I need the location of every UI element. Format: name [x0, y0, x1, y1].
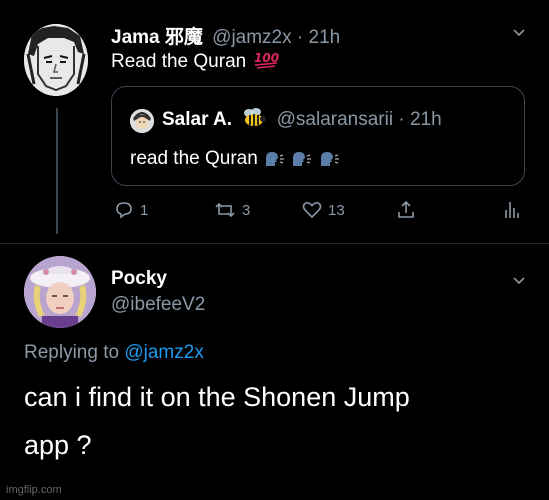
retweet-count: 3 [242, 201, 251, 219]
bee-emoji-icon [241, 107, 267, 133]
tweet-divider [0, 243, 549, 244]
retweet-button[interactable]: 3 [214, 200, 250, 220]
reply-handle[interactable]: @ibefeeV2 [111, 294, 205, 316]
reply-avatar[interactable] [24, 256, 96, 328]
analytics-button[interactable] [504, 200, 520, 220]
reply-author-name[interactable]: Pocky [111, 268, 167, 290]
analytics-icon [504, 200, 520, 220]
quoted-handle-time: @salaransarii · 21h [276, 109, 442, 131]
watermark: imgflip.com [6, 484, 62, 496]
quoted-avatar[interactable] [130, 109, 154, 133]
reply-icon [114, 200, 134, 220]
reply-count: 1 [140, 201, 149, 219]
quoted-tweet[interactable]: Salar A. @salaransarii · 21h read the Qu… [111, 86, 525, 186]
chevron-down-icon[interactable] [511, 272, 527, 288]
speaking-head-icon [318, 150, 340, 168]
reply-button[interactable]: 1 [114, 200, 148, 220]
like-button[interactable]: 13 [302, 200, 345, 220]
quoted-author-name: Salar A. [162, 109, 233, 131]
tweet-header: Jama 邪魔 @jamz2x · 21h [111, 22, 340, 49]
tweet-body: Read the Quran [111, 51, 247, 73]
thread-line [56, 108, 58, 234]
quoted-text: read the Quran [130, 148, 258, 169]
like-count: 13 [328, 201, 345, 219]
reply-text-line2: app ? [24, 430, 92, 460]
handle-time[interactable]: @jamz2x · 21h [212, 27, 340, 48]
replying-prefix: Replying to [24, 342, 125, 363]
reply-text-line1: can i find it on the Shonen Jump [24, 382, 410, 412]
avatar[interactable] [24, 24, 88, 96]
replying-to-link[interactable]: @jamz2x [124, 342, 203, 363]
hundred-emoji-icon: 100 [253, 48, 280, 76]
replying-to: Replying to @jamz2x [24, 342, 204, 364]
quoted-text-row: read the Quran [130, 148, 340, 170]
speaking-head-icon [263, 150, 285, 168]
retweet-icon [214, 200, 236, 220]
speaking-head-icon [290, 150, 312, 168]
tweet-text: Read the Quran 100 [111, 48, 280, 76]
chevron-down-icon[interactable] [511, 24, 527, 40]
share-icon [396, 200, 416, 220]
share-button[interactable] [396, 200, 416, 220]
heart-icon [302, 200, 322, 220]
author-name[interactable]: Jama 邪魔 [111, 27, 203, 48]
